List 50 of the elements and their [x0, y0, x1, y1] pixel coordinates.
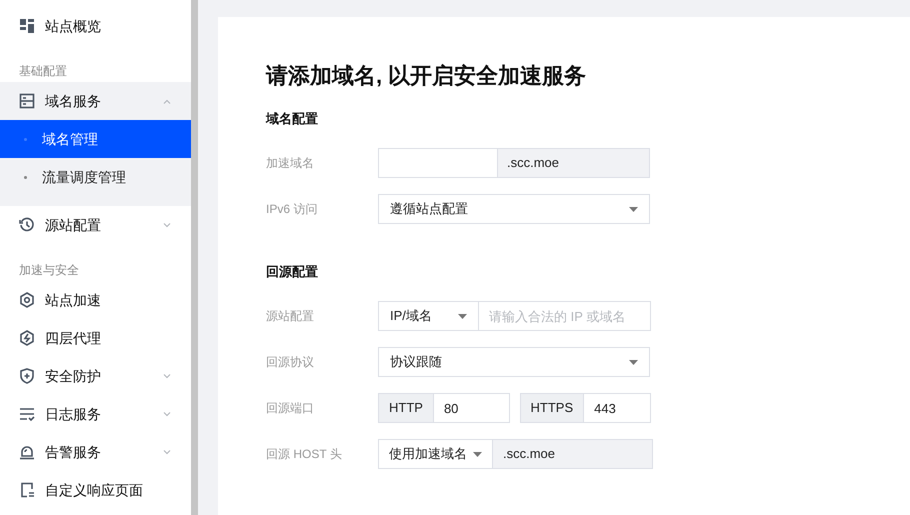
port-prefix: HTTPS: [520, 393, 584, 423]
bullet-icon: [24, 138, 27, 140]
field-label: 回源协议: [266, 354, 315, 371]
history-icon: [19, 217, 35, 233]
select-field[interactable]: 协议跟随: [378, 347, 650, 377]
menu-item[interactable]: 站点加速: [0, 281, 191, 319]
bullet-icon: [24, 176, 27, 178]
shield-icon: [19, 368, 35, 384]
select-field[interactable]: 使用加速域名: [378, 439, 493, 469]
dropdown-caret-icon: [629, 360, 638, 364]
menu-group-heading: 基础配置: [19, 63, 67, 80]
bolt-hexagon-icon: [19, 330, 35, 346]
submenu-item[interactable]: 域名管理: [0, 120, 191, 158]
alarm-icon: [19, 444, 35, 460]
page-title: 请添加域名, 以开启安全加速服务: [266, 62, 588, 90]
port-input-field[interactable]: 80: [434, 393, 510, 423]
port-input-field[interactable]: 443: [584, 393, 651, 423]
menu-item[interactable]: 源站配置: [0, 206, 191, 244]
field-label: 回源 HOST 头: [266, 446, 343, 463]
page-icon: [19, 482, 35, 498]
log-list-icon: [19, 406, 35, 422]
menu-item[interactable]: 告警服务: [0, 433, 191, 471]
field-label: 源站配置: [266, 308, 315, 325]
select-field[interactable]: IP/域名: [378, 301, 479, 331]
section-heading: 域名配置: [266, 110, 319, 128]
section-heading: 回源配置: [266, 263, 319, 281]
field-label: 回源端口: [266, 400, 315, 417]
dropdown-caret-icon: [473, 452, 482, 456]
menu-group-heading: 加速与安全: [19, 262, 79, 279]
domain-input-field[interactable]: [378, 148, 498, 178]
port-prefix: HTTP: [378, 393, 434, 423]
gear-icon: [19, 292, 35, 308]
menu-item[interactable]: 四层代理: [0, 319, 191, 357]
menu-item[interactable]: 域名服务: [0, 82, 191, 120]
field-label: 加速域名: [266, 155, 315, 172]
menu-item[interactable]: 安全防护: [0, 357, 191, 395]
domain-suffix: .scc.moe: [498, 148, 650, 178]
menu-item[interactable]: 日志服务: [0, 395, 191, 433]
dropdown-caret-icon: [629, 206, 638, 212]
scrollbar[interactable]: [191, 0, 198, 515]
submenu-item[interactable]: 流量调度管理: [0, 158, 191, 196]
server-icon: [19, 93, 35, 109]
host-suffix: .scc.moe: [493, 439, 653, 469]
menu-item[interactable]: 站点概览: [0, 7, 191, 45]
dropdown-caret-icon: [458, 314, 467, 318]
dashboard-icon: [19, 18, 35, 34]
field-label: IPv6 访问: [266, 201, 318, 218]
select-field[interactable]: 遵循站点配置: [378, 194, 650, 224]
origin-input-field[interactable]: 请输入合法的 IP 或域名: [479, 301, 651, 331]
menu-item[interactable]: 自定义响应页面: [0, 471, 191, 509]
